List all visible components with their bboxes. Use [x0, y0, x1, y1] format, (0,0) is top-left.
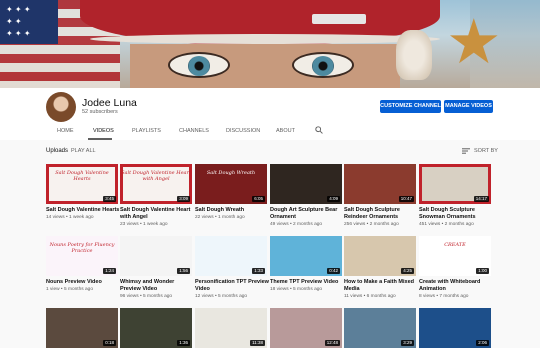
video-thumbnail[interactable]: Salt Dough Valentine Heart with Angel 3:0…	[120, 164, 192, 204]
video-thumbnail[interactable]: 1:36	[120, 308, 192, 348]
video-title[interactable]: Personification TPT Preview Video	[195, 279, 269, 293]
video-thumbnail[interactable]: 3:29	[344, 308, 416, 348]
video-thumbnail[interactable]: 4:25	[344, 236, 416, 276]
video-meta: 451 views • 2 months ago	[419, 222, 474, 227]
tab-home[interactable]: HOME	[57, 128, 74, 134]
sort-icon[interactable]	[462, 148, 470, 154]
video-duration: 1:00	[476, 268, 489, 274]
banner-ship	[312, 14, 366, 24]
video-meta: 23 views • 1 week ago	[120, 222, 168, 227]
video-duration: 4:09	[327, 196, 340, 202]
video-duration: 6:05	[252, 196, 265, 202]
manage-videos-button[interactable]: MANAGE VIDEOS	[444, 100, 493, 113]
video-duration: 1:33	[252, 268, 265, 274]
video-title[interactable]: Salt Dough Sculpture Reindeer Ornaments	[344, 207, 418, 221]
video-meta: 14 views • 1 week ago	[46, 215, 94, 220]
customize-channel-button[interactable]: CUSTOMIZE CHANNEL	[380, 100, 441, 113]
video-thumbnail[interactable]: 11:38	[195, 308, 267, 348]
video-meta: 96 views • 5 months ago	[120, 294, 173, 299]
video-title[interactable]: Whimsy and Wonder Preview Video	[120, 279, 194, 293]
subscriber-count: 52 subscribers	[82, 109, 118, 115]
video-duration: 14:17	[473, 196, 489, 202]
video-duration: 4:25	[401, 268, 414, 274]
video-title[interactable]: Create with Whiteboard Animation	[419, 279, 493, 293]
banner-right-eye	[292, 52, 354, 78]
video-meta: 11 views • 6 months ago	[344, 294, 396, 299]
banner-hat-band	[90, 34, 440, 44]
search-icon[interactable]	[315, 126, 323, 134]
tab-channels[interactable]: CHANNELS	[179, 128, 209, 134]
channel-banner: ★	[0, 0, 540, 88]
avatar[interactable]	[46, 92, 76, 122]
video-thumbnail[interactable]: Salt Dough Wreath 6:05	[195, 164, 267, 204]
video-thumbnail[interactable]: 0:42	[270, 236, 342, 276]
video-meta: 18 views • 5 months ago	[270, 287, 323, 292]
channel-tabs	[0, 122, 540, 140]
video-title[interactable]: Salt Dough Valentine Hearts	[46, 207, 120, 214]
video-thumbnail[interactable]: 4:09	[270, 164, 342, 204]
play-all-button[interactable]: PLAY ALL	[71, 148, 96, 154]
thumbnail-caption: CREATE	[444, 242, 466, 248]
video-title[interactable]: Salt Dough Sculpture Snowman Ornaments	[419, 207, 493, 221]
video-duration: 3:45	[103, 196, 116, 202]
video-duration: 11:38	[250, 340, 265, 346]
video-thumbnail[interactable]: Salt Dough Valentine Hearts 3:45	[46, 164, 118, 204]
banner-shell	[396, 30, 432, 80]
video-thumbnail[interactable]: 12:48	[270, 308, 342, 348]
video-meta: 49 views • 2 months ago	[270, 222, 323, 227]
flag-stars-graphic	[0, 0, 58, 44]
video-meta: 22 views • 1 month ago	[195, 215, 245, 220]
thumbnail-caption: Nouns Poetry for Fluency Practice	[49, 242, 115, 254]
video-duration: 0:42	[327, 268, 340, 274]
thumbnail-caption: Salt Dough Wreath	[206, 170, 256, 176]
tab-discussion[interactable]: DISCUSSION	[226, 128, 260, 134]
video-duration: 2:06	[476, 340, 489, 346]
video-duration: 10:47	[398, 196, 414, 202]
video-title[interactable]: Dough Art Sculpture Bear Ornament	[270, 207, 344, 221]
video-title[interactable]: Salt Dough Valentine Heart with Angel	[120, 207, 194, 221]
video-meta: 12 views • 5 months ago	[195, 294, 248, 299]
thumbnail-caption: Salt Dough Valentine Hearts	[55, 170, 109, 182]
video-duration: 0:18	[103, 340, 116, 346]
video-duration: 1:36	[177, 340, 190, 346]
video-duration: 1:56	[177, 268, 190, 274]
video-thumbnail[interactable]: 1:33	[195, 236, 267, 276]
video-duration: 1:24	[103, 268, 116, 274]
video-thumbnail[interactable]: 2:06	[419, 308, 491, 348]
video-title[interactable]: How to Make a Faith Mixed Media	[344, 279, 418, 293]
video-meta: 1 view • 5 months ago	[46, 287, 94, 292]
video-meta: 8 views • 7 months ago	[419, 294, 469, 299]
video-duration: 12:48	[324, 340, 340, 346]
video-duration: 3:09	[177, 196, 190, 202]
tab-playlists[interactable]: PLAYLISTS	[132, 128, 161, 134]
channel-name: Jodee Luna	[82, 97, 137, 109]
video-duration: 3:29	[401, 340, 414, 346]
starfish-icon: ★	[446, 8, 502, 77]
thumbnail-caption: Salt Dough Valentine Heart with Angel	[121, 170, 191, 182]
banner-left-eye	[168, 52, 230, 78]
video-thumbnail[interactable]: 0:18	[46, 308, 118, 348]
video-title[interactable]: Salt Dough Wreath	[195, 207, 269, 214]
video-thumbnail[interactable]: Nouns Poetry for Fluency Practice 1:24	[46, 236, 118, 276]
video-meta: 256 views • 2 months ago	[344, 222, 399, 227]
uploads-title: Uploads	[46, 148, 69, 154]
video-title[interactable]: Nouns Preview Video	[46, 279, 120, 286]
sort-by-button[interactable]: SORT BY	[474, 148, 498, 154]
video-title[interactable]: Theme TPT Preview Video	[270, 279, 344, 286]
tab-videos[interactable]: VIDEOS	[93, 128, 114, 134]
video-thumbnail[interactable]: 14:17	[419, 164, 491, 204]
video-thumbnail[interactable]: CREATE 1:00	[419, 236, 491, 276]
video-thumbnail[interactable]: 10:47	[344, 164, 416, 204]
active-tab-indicator	[88, 138, 112, 140]
tab-about[interactable]: ABOUT	[276, 128, 295, 134]
video-thumbnail[interactable]: 1:56	[120, 236, 192, 276]
